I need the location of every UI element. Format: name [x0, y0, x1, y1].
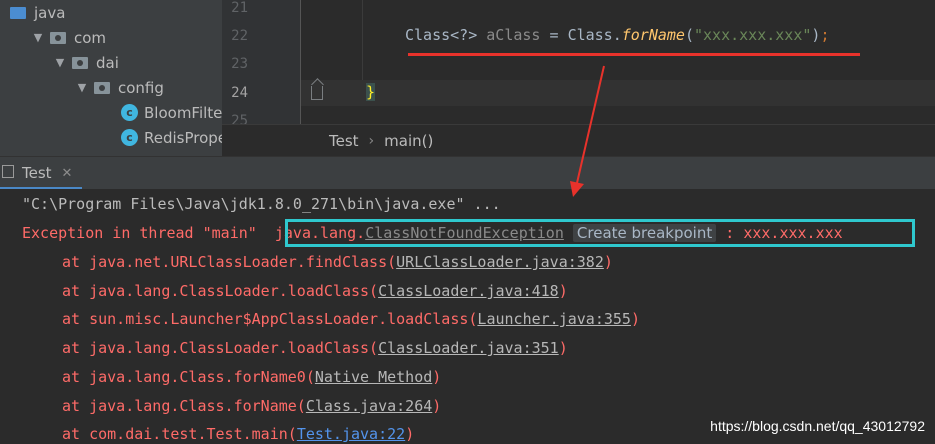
chevron-down-icon[interactable]: ▼ [30, 31, 46, 44]
stack-source-link[interactable]: URLClassLoader.java:382 [396, 253, 604, 271]
console-output[interactable]: "C:\Program Files\Java\jdk1.8.0_271\bin\… [0, 189, 935, 444]
class-icon: c [121, 129, 138, 146]
tree-item-com[interactable]: ▼ com [30, 25, 106, 50]
stack-frame: at java.lang.Class.forName(Class.java:26… [62, 395, 441, 417]
code-method: forName [621, 26, 685, 44]
stack-call: at java.lang.Class.forName( [62, 397, 306, 415]
stack-call: at com.dai.test.Test.main( [62, 425, 297, 443]
tree-item-label: config [118, 78, 164, 97]
annotation-underline [408, 53, 860, 56]
code-string: "xxx.xxx.xxx" [694, 26, 812, 44]
source-folder-icon [10, 6, 26, 19]
stack-source-link[interactable]: Test.java:22 [297, 425, 405, 443]
tree-item-dai[interactable]: ▼ dai [52, 50, 119, 75]
exception-prefix: Exception in thread "main" [22, 224, 266, 242]
current-line-highlight [301, 80, 935, 106]
stack-end: ) [630, 310, 640, 328]
breadcrumb-item-method[interactable]: main() [384, 132, 433, 150]
tree-item-bloomfilter[interactable]: c BloomFilte [121, 100, 222, 125]
line-number: 24 [231, 85, 248, 101]
tree-item-java[interactable]: java [10, 0, 65, 25]
line-number: 22 [231, 28, 248, 44]
stack-end: ) [558, 282, 568, 300]
stack-frame: at java.net.URLClassLoader.findClass(URL… [62, 251, 613, 273]
console-command-line: "C:\Program Files\Java\jdk1.8.0_271\bin\… [22, 195, 501, 213]
stack-frame: at java.lang.ClassLoader.loadClass(Class… [62, 280, 568, 302]
line-number: 21 [231, 0, 248, 16]
stack-source-link[interactable]: Native Method [315, 368, 432, 386]
code-type: Class [405, 26, 451, 44]
code-variable: aClass [486, 26, 541, 44]
code-semicolon: ; [820, 26, 830, 44]
stack-end: ) [558, 339, 568, 357]
code-receiver: Class. [567, 26, 622, 44]
package-icon [72, 56, 88, 69]
watermark: https://blog.csdn.net/qq_43012792 [710, 418, 925, 434]
breadcrumb: Test › main() [222, 124, 935, 156]
stack-call: at java.net.URLClassLoader.findClass( [62, 253, 397, 271]
stack-end: ) [432, 397, 442, 415]
console-icon [2, 165, 14, 178]
stack-call: at sun.misc.Launcher$AppClassLoader.load… [62, 310, 478, 328]
stack-source-link[interactable]: Launcher.java:355 [477, 310, 631, 328]
class-icon: c [121, 104, 138, 121]
tree-item-config[interactable]: ▼ config [74, 75, 164, 100]
stack-call: at java.lang.ClassLoader.loadClass( [62, 282, 379, 300]
fold-end-icon[interactable] [311, 86, 323, 100]
line-number: 25 [231, 113, 248, 124]
stack-call: at java.lang.ClassLoader.loadClass( [62, 339, 379, 357]
stack-end: ) [405, 425, 415, 443]
chevron-down-icon[interactable]: ▼ [74, 81, 90, 94]
stack-frame: at sun.misc.Launcher$AppClassLoader.load… [62, 308, 640, 330]
code-assign: = [549, 26, 559, 44]
code-line-22[interactable]: Class<?> aClass = Class.forName("xxx.xxx… [405, 26, 829, 44]
stack-end: ) [603, 253, 613, 271]
tree-item-label: RedisPrope [144, 128, 222, 147]
code-open-paren: ( [684, 26, 694, 44]
tree-item-label: BloomFilte [144, 103, 222, 122]
run-window-header: Test ✕ [0, 156, 935, 190]
stack-source-link[interactable]: Class.java:264 [306, 397, 432, 415]
stack-call: at java.lang.Class.forName0( [62, 368, 315, 386]
code-line-24[interactable]: } [366, 83, 376, 101]
indent-guide [362, 0, 363, 80]
stack-source-link[interactable]: ClassLoader.java:418 [378, 282, 559, 300]
stack-frame: at java.lang.ClassLoader.loadClass(Class… [62, 337, 568, 359]
project-tree: java ▼ com ▼ dai ▼ config c BloomFilte c… [0, 0, 222, 156]
stack-frame: at java.lang.Class.forName0(Native Metho… [62, 366, 441, 388]
code-generic: <?> [450, 26, 478, 44]
tree-item-redisproperties[interactable]: c RedisPrope [121, 125, 222, 150]
annotation-highlight-box [285, 219, 915, 247]
tab-run-test[interactable]: Test ✕ [0, 157, 72, 189]
tree-item-label: com [74, 28, 107, 47]
tree-item-label: java [34, 3, 66, 22]
breadcrumb-item-class[interactable]: Test [329, 132, 359, 150]
tab-label: Test [22, 164, 52, 182]
package-icon [94, 81, 110, 94]
tree-item-label: dai [96, 53, 119, 72]
close-icon[interactable]: ✕ [62, 166, 73, 181]
stack-frame: at com.dai.test.Test.main(Test.java:22) [62, 423, 414, 444]
matched-brace: } [366, 83, 376, 101]
breadcrumb-separator-icon: › [368, 132, 375, 149]
stack-end: ) [432, 368, 442, 386]
chevron-down-icon[interactable]: ▼ [52, 56, 68, 69]
package-icon [50, 31, 66, 44]
line-number: 23 [231, 56, 248, 72]
stack-source-link[interactable]: ClassLoader.java:351 [378, 339, 559, 357]
